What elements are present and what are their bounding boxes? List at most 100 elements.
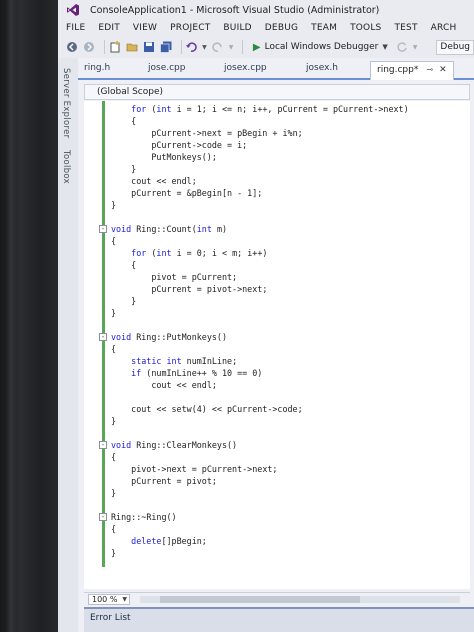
- code-line[interactable]: - Ring::~Ring(): [84, 511, 470, 523]
- code-line[interactable]: [84, 499, 470, 511]
- code-line-text: {: [111, 260, 137, 270]
- code-line[interactable]: pivot = pCurrent;: [84, 271, 470, 283]
- code-line[interactable]: delete[]pBegin;: [84, 535, 470, 547]
- code-line[interactable]: [84, 319, 470, 331]
- menu-view[interactable]: VIEW: [133, 23, 157, 33]
- code-line[interactable]: cout << endl;: [84, 379, 470, 391]
- save-icon[interactable]: [143, 40, 155, 54]
- code-line[interactable]: pCurrent->next = pBegin + i%n;: [84, 127, 470, 139]
- collapse-region-icon[interactable]: -: [99, 225, 107, 233]
- code-line[interactable]: cout << endl;: [84, 175, 470, 187]
- tab-ring-cpp[interactable]: ring.cpp* ⊸ ✕: [370, 61, 454, 80]
- code-line-text: pCurrent->code = i;: [151, 140, 248, 150]
- code-line[interactable]: }: [84, 487, 470, 499]
- title-bar: ConsoleApplication1 - Microsoft Visual S…: [58, 0, 474, 20]
- code-line[interactable]: cout << setw(4) << pCurrent->code;: [84, 403, 470, 415]
- code-line-text: }: [111, 488, 117, 498]
- menu-debug[interactable]: DEBUG: [265, 23, 298, 33]
- code-line[interactable]: - void Ring::ClearMonkeys(): [84, 439, 470, 451]
- code-line[interactable]: [84, 391, 470, 403]
- code-line[interactable]: for (int i = 0; i < m; i++): [84, 247, 470, 259]
- menu-arch[interactable]: ARCH: [431, 23, 457, 33]
- visual-studio-window: ConsoleApplication1 - Microsoft Visual S…: [58, 0, 474, 632]
- debugger-target-label[interactable]: Local Windows Debugger: [265, 42, 379, 52]
- code-line[interactable]: pCurrent = pivot;: [84, 475, 470, 487]
- open-folder-icon[interactable]: [126, 40, 138, 54]
- back-icon[interactable]: [66, 40, 78, 54]
- menu-project[interactable]: PROJECT: [170, 23, 210, 33]
- menu-edit[interactable]: EDIT: [98, 23, 120, 33]
- solution-configuration-dropdown[interactable]: Debug: [436, 39, 474, 55]
- code-line[interactable]: pCurrent = pivot->next;: [84, 283, 470, 295]
- code-line[interactable]: for (int i = 1; i <= n; i++, pCurrent = …: [84, 103, 470, 115]
- code-line[interactable]: }: [84, 163, 470, 175]
- code-line[interactable]: {: [84, 235, 470, 247]
- code-line-text: {: [111, 116, 137, 126]
- server-explorer-tab[interactable]: Server Explorer: [61, 68, 71, 138]
- menu-build[interactable]: BUILD: [223, 23, 251, 33]
- code-line[interactable]: if (numInLine++ % 10 == 0): [84, 367, 470, 379]
- tab-ring-cpp-label: ring.cpp*: [377, 65, 419, 75]
- undo-icon[interactable]: [185, 40, 197, 54]
- error-list-title[interactable]: Error List: [90, 613, 131, 623]
- horizontal-scrollbar-thumb[interactable]: [160, 596, 360, 603]
- code-line[interactable]: }: [84, 415, 470, 427]
- code-line[interactable]: pivot->next = pCurrent->next;: [84, 463, 470, 475]
- forward-icon[interactable]: [83, 40, 95, 54]
- code-line[interactable]: {: [84, 343, 470, 355]
- code-line[interactable]: {: [84, 259, 470, 271]
- pin-icon[interactable]: ⊸: [426, 65, 433, 74]
- collapse-region-icon[interactable]: -: [99, 333, 107, 341]
- window-title: ConsoleApplication1 - Microsoft Visual S…: [90, 4, 380, 16]
- collapse-region-icon[interactable]: -: [99, 441, 107, 449]
- code-line-text: cout << endl;: [151, 380, 217, 390]
- toolbar-separator: [242, 40, 243, 54]
- redo-dropdown-chevron-down-icon[interactable]: ▼: [229, 40, 234, 54]
- code-line-text: void Ring::Count(int m): [111, 224, 228, 234]
- code-line-text: if (numInLine++ % 10 == 0): [131, 368, 263, 378]
- editor-bottom-bar: 100 % ▼: [84, 592, 470, 605]
- collapse-region-icon[interactable]: -: [99, 513, 107, 521]
- horizontal-scrollbar[interactable]: [140, 596, 460, 603]
- code-line[interactable]: }: [84, 199, 470, 211]
- code-line[interactable]: - void Ring::Count(int m): [84, 223, 470, 235]
- debugger-dropdown-chevron-down-icon[interactable]: ▼: [382, 43, 387, 51]
- close-icon[interactable]: ✕: [439, 65, 447, 75]
- code-line[interactable]: }: [84, 547, 470, 559]
- code-line[interactable]: pCurrent = &pBegin[n - 1];: [84, 187, 470, 199]
- zoom-chevron-down-icon: ▼: [122, 596, 127, 603]
- refresh-icon[interactable]: [396, 40, 408, 54]
- save-all-icon[interactable]: [159, 40, 172, 54]
- code-line[interactable]: }: [84, 307, 470, 319]
- zoom-dropdown[interactable]: 100 % ▼: [88, 594, 130, 605]
- refresh-dropdown-chevron-down-icon[interactable]: ▼: [413, 40, 418, 54]
- menu-team[interactable]: TEAM: [311, 23, 337, 33]
- code-line[interactable]: - void Ring::PutMonkeys(): [84, 331, 470, 343]
- menu-test[interactable]: TEST: [394, 23, 417, 33]
- tab-josex-h[interactable]: josex.h: [306, 63, 338, 78]
- scope-dropdown[interactable]: (Global Scope): [84, 84, 470, 100]
- toolbox-tab[interactable]: Toolbox: [61, 150, 71, 184]
- tab-josex-cpp[interactable]: josex.cpp: [224, 63, 267, 78]
- redo-icon[interactable]: [211, 40, 224, 54]
- code-line[interactable]: {: [84, 115, 470, 127]
- code-line[interactable]: }: [84, 295, 470, 307]
- code-line[interactable]: [84, 211, 470, 223]
- code-line[interactable]: static int numInLine;: [84, 355, 470, 367]
- tab-jose-cpp[interactable]: jose.cpp: [148, 63, 185, 78]
- menu-tools[interactable]: TOOLS: [350, 23, 381, 33]
- tab-ring-h[interactable]: ring.h: [84, 63, 110, 78]
- document-tab-strip: ring.h jose.cpp josex.cpp josex.h ring.c…: [78, 58, 474, 80]
- menu-file[interactable]: FILE: [66, 23, 85, 33]
- code-line[interactable]: [84, 427, 470, 439]
- code-line[interactable]: pCurrent->code = i;: [84, 139, 470, 151]
- code-line-text: void Ring::ClearMonkeys(): [111, 440, 238, 450]
- undo-dropdown-chevron-down-icon[interactable]: ▼: [202, 40, 207, 54]
- new-project-icon[interactable]: [109, 40, 121, 54]
- code-line-text: pivot->next = pCurrent->next;: [131, 464, 278, 474]
- code-line[interactable]: {: [84, 451, 470, 463]
- code-line[interactable]: PutMonkeys();: [84, 151, 470, 163]
- start-debugging-play-icon[interactable]: ▶: [253, 42, 261, 53]
- code-line[interactable]: {: [84, 523, 470, 535]
- code-editor[interactable]: for (int i = 1; i <= n; i++, pCurrent = …: [84, 101, 470, 589]
